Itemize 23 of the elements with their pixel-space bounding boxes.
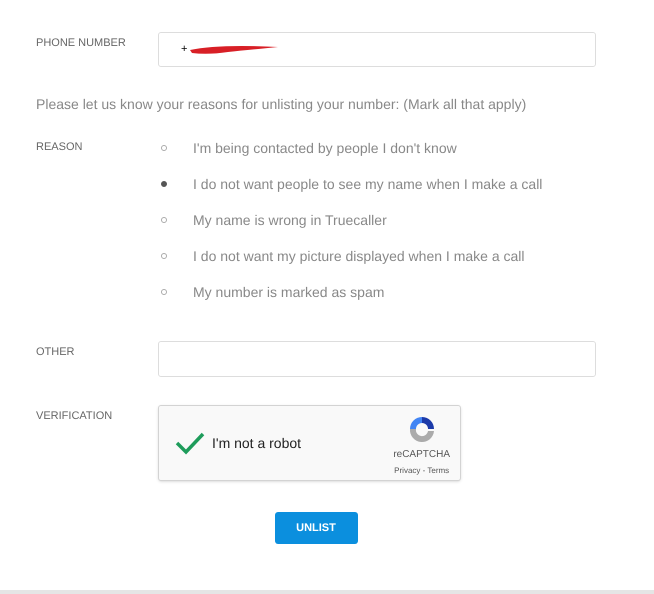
checkbox-label: I do not want people to see my name when I make a call: [193, 174, 542, 194]
recaptcha-label: I'm not a robot: [212, 434, 302, 452]
recaptcha-brand-text: reCAPTCHA: [393, 448, 450, 462]
checkbox-label: My number is marked as spam: [193, 282, 384, 302]
instruction-text: Please let us know your reasons for unlisting your number: (Mark all that apply): [36, 95, 528, 114]
other-input-field[interactable]: [158, 341, 596, 377]
privacy-terms-link[interactable]: Privacy - Terms: [394, 465, 450, 477]
checkbox[interactable]: [161, 145, 167, 151]
checkbox[interactable]: [161, 217, 167, 223]
checkbox[interactable]: [161, 289, 167, 295]
checkbox-label: My name is wrong in Truecaller: [193, 210, 387, 230]
checkbox-label: I do not want my picture displayed when I make a call: [193, 246, 525, 266]
field-label: PHONE NUMBER: [36, 36, 127, 51]
unlist-button[interactable]: UNLIST: [274, 512, 358, 544]
field-value: +: [181, 42, 188, 58]
field-label: REASON: [36, 140, 84, 155]
checkbox[interactable]: [161, 181, 167, 187]
checkmark-icon[interactable]: [175, 431, 205, 455]
checkbox-label: I'm being contacted by people I don't know: [193, 138, 457, 158]
field-label: OTHER: [36, 345, 76, 360]
checkbox[interactable]: [161, 253, 167, 259]
phone-number-field[interactable]: +: [158, 32, 596, 67]
field-label: VERIFICATION: [36, 409, 114, 424]
